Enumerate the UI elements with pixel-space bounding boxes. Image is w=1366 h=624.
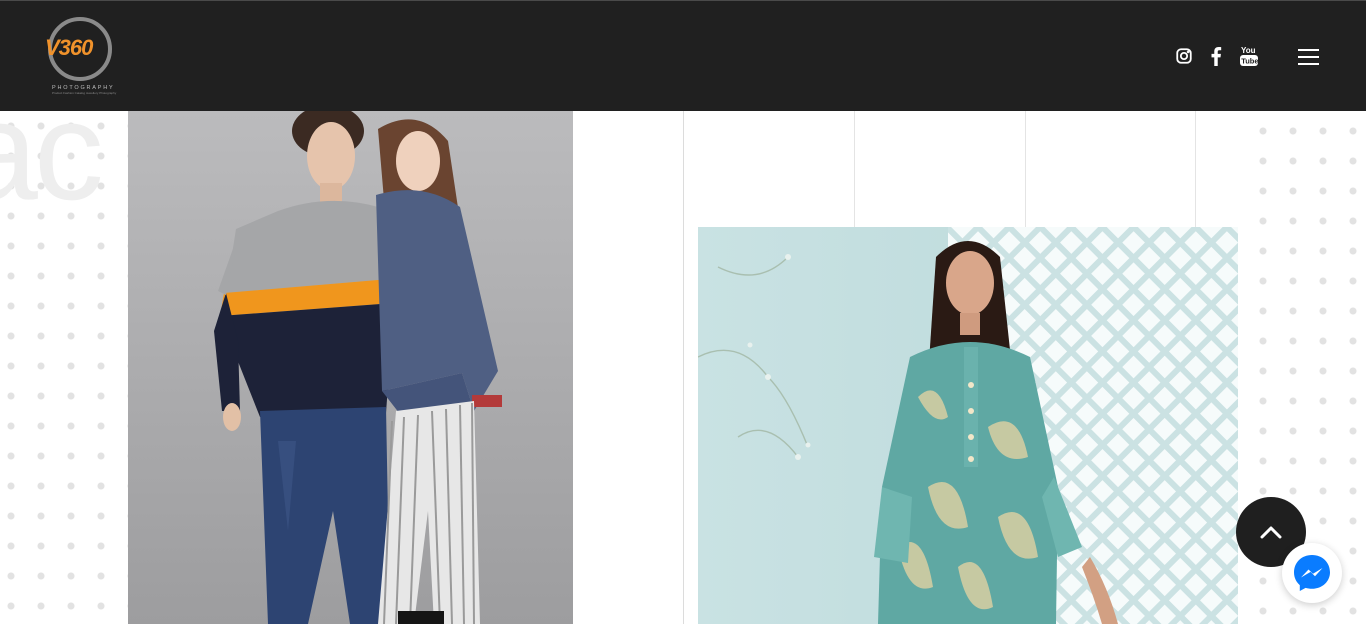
instagram-icon[interactable]: [1173, 45, 1195, 67]
logo-text: V360: [45, 35, 93, 60]
site-header: V360 PHOTOGRAPHY Product Fashion Catalog…: [0, 0, 1366, 111]
svg-text:You: You: [1241, 46, 1256, 55]
logo-tagline: Product Fashion Catalog Jewellery Photog…: [52, 91, 117, 95]
svg-text:Tube: Tube: [1241, 57, 1258, 66]
hamburger-menu-icon[interactable]: [1298, 47, 1320, 65]
facebook-icon[interactable]: [1205, 45, 1227, 67]
messenger-icon: [1294, 555, 1330, 591]
messenger-chat-button[interactable]: [1282, 543, 1342, 603]
youtube-icon[interactable]: You Tube: [1238, 45, 1260, 67]
kurta-fashion-photo[interactable]: [698, 227, 1238, 624]
couple-fashion-photo[interactable]: [128, 111, 573, 624]
chevron-up-icon: [1260, 526, 1282, 539]
site-logo[interactable]: V360 PHOTOGRAPHY Product Fashion Catalog…: [42, 15, 128, 97]
